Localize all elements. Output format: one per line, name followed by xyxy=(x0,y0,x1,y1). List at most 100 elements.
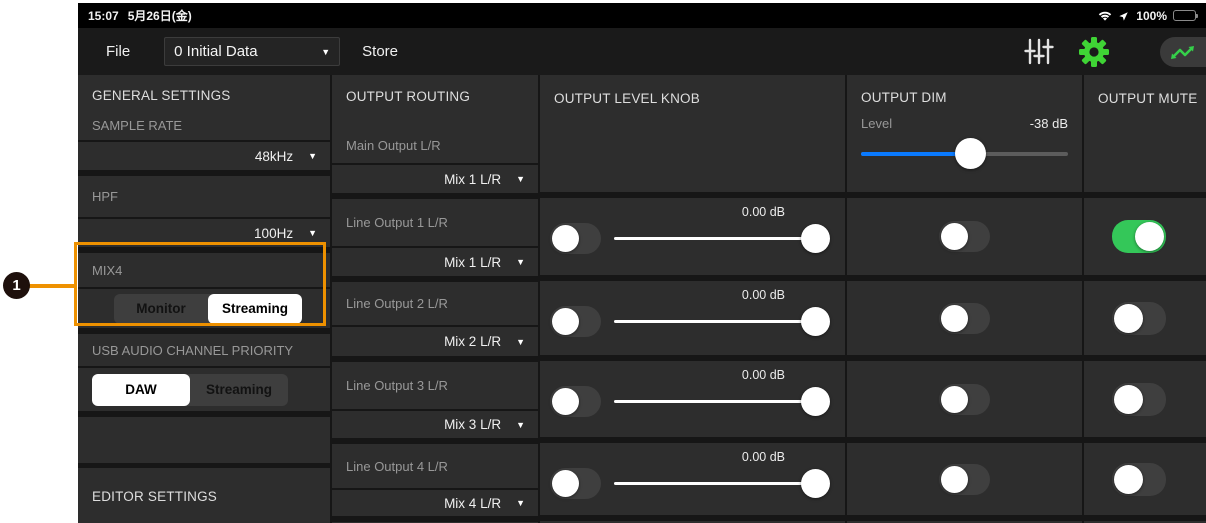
mix4-option-streaming[interactable]: Streaming xyxy=(208,294,302,324)
level-slider-knob[interactable] xyxy=(801,224,830,253)
level-row-line4: 0.00 dB xyxy=(540,443,845,515)
mute-toggle[interactable] xyxy=(1112,383,1166,416)
usb-priority-label: USB AUDIO CHANNEL PRIORITY xyxy=(92,343,293,358)
output-level-knob-header-cell: OUTPUT LEVEL KNOB xyxy=(540,75,845,192)
level-slider[interactable] xyxy=(614,307,830,336)
dim-level-slider[interactable] xyxy=(861,138,1068,169)
editor-settings-header-cell: EDITOR SETTINGS xyxy=(78,468,330,523)
level-link-toggle[interactable] xyxy=(550,306,601,337)
usb-priority-label-cell: USB AUDIO CHANNEL PRIORITY xyxy=(78,334,330,366)
output-dim-header-cell: OUTPUT DIM Level -38 dB xyxy=(847,75,1082,192)
general-settings-title: GENERAL SETTINGS xyxy=(92,88,316,103)
mute-row-line4 xyxy=(1084,443,1206,515)
chevron-down-icon: ▼ xyxy=(308,228,317,238)
dim-row-line4 xyxy=(847,443,1082,515)
routing-dropdown-main[interactable]: Mix 1 L/R ▼ xyxy=(332,165,538,193)
level-value: 0.00 dB xyxy=(742,368,785,382)
sample-rate-dropdown[interactable]: 48kHz ▼ xyxy=(78,142,330,170)
level-slider-knob[interactable] xyxy=(801,469,830,498)
output-dim-title: OUTPUT DIM xyxy=(861,90,947,105)
dim-toggle[interactable] xyxy=(939,384,990,415)
hpf-label: HPF xyxy=(92,189,118,204)
dim-toggle[interactable] xyxy=(939,303,990,334)
routing-label-cell: Line Output 4 L/R xyxy=(332,444,538,488)
output-routing-column: OUTPUT ROUTING Main Output L/R Mix 1 L/R… xyxy=(332,75,538,523)
connect-zigzag-icon xyxy=(1169,43,1195,61)
level-row-line1: 0.00 dB xyxy=(540,198,845,275)
store-button[interactable]: Store xyxy=(362,43,398,60)
level-row-line3: 0.00 dB xyxy=(540,361,845,437)
dim-toggle[interactable] xyxy=(939,221,990,252)
routing-dropdown-line2[interactable]: Mix 2 L/R ▼ xyxy=(332,327,538,356)
settings-gear-icon[interactable] xyxy=(1078,36,1110,68)
usb-priority-segmented-cell: DAW Streaming xyxy=(78,368,330,411)
routing-dropdown-line1[interactable]: Mix 1 L/R ▼ xyxy=(332,248,538,276)
hpf-label-cell: HPF xyxy=(78,176,330,217)
battery-percent: 100% xyxy=(1136,9,1167,23)
status-date: 5月26日(金) xyxy=(128,7,192,24)
chevron-down-icon: ▼ xyxy=(308,151,317,161)
usb-priority-segmented-control: DAW Streaming xyxy=(92,374,288,406)
routing-label-cell: Line Output 3 L/R xyxy=(332,362,538,409)
output-level-knob-column: OUTPUT LEVEL KNOB 0.00 dB 0.00 dB xyxy=(540,75,845,523)
routing-value: Mix 1 L/R xyxy=(444,255,501,270)
dim-toggle[interactable] xyxy=(939,464,990,495)
level-slider[interactable] xyxy=(614,469,830,498)
routing-value: Mix 4 L/R xyxy=(444,496,501,511)
app-window: 15:07 5月26日(金) 100% xyxy=(78,3,1206,523)
chevron-down-icon: ▼ xyxy=(516,498,525,508)
page: 1 15:07 5月26日(金) xyxy=(0,0,1206,523)
routing-row-label: Line Output 1 L/R xyxy=(346,215,448,230)
mute-toggle[interactable] xyxy=(1112,220,1166,253)
level-slider-knob[interactable] xyxy=(801,387,830,416)
level-link-toggle[interactable] xyxy=(550,386,601,417)
level-value: 0.00 dB xyxy=(742,450,785,464)
level-link-toggle[interactable] xyxy=(550,468,601,499)
level-slider-knob[interactable] xyxy=(801,307,830,336)
output-mute-column: OUTPUT MUTE xyxy=(1084,75,1206,523)
mix4-option-monitor[interactable]: Monitor xyxy=(114,294,208,324)
connect-button[interactable] xyxy=(1160,37,1206,67)
routing-dropdown-line3[interactable]: Mix 3 L/R ▼ xyxy=(332,411,538,438)
routing-dropdown-line4[interactable]: Mix 4 L/R ▼ xyxy=(332,490,538,516)
routing-label-cell: Line Output 2 L/R xyxy=(332,282,538,325)
general-settings-header-cell: GENERAL SETTINGS SAMPLE RATE xyxy=(78,75,330,140)
empty-cell xyxy=(78,417,330,463)
routing-value: Mix 2 L/R xyxy=(444,334,501,349)
output-level-knob-title: OUTPUT LEVEL KNOB xyxy=(554,91,700,106)
level-slider[interactable] xyxy=(614,387,830,416)
hpf-dropdown[interactable]: 100Hz ▼ xyxy=(78,219,330,247)
chevron-down-icon: ▼ xyxy=(321,47,330,57)
mix4-label-cell: MIX4 xyxy=(78,253,330,287)
status-time: 15:07 xyxy=(88,9,119,23)
location-icon xyxy=(1119,10,1130,21)
sample-rate-label: SAMPLE RATE xyxy=(92,118,316,133)
dim-row-line1 xyxy=(847,198,1082,275)
routing-value: Mix 3 L/R xyxy=(444,417,501,432)
mute-toggle[interactable] xyxy=(1112,463,1166,496)
usb-option-streaming[interactable]: Streaming xyxy=(190,374,288,406)
mixer-faders-icon[interactable] xyxy=(1024,38,1054,65)
output-mute-title: OUTPUT MUTE xyxy=(1098,91,1197,106)
level-value: 0.00 dB xyxy=(742,205,785,219)
level-slider-track xyxy=(614,320,822,323)
mute-toggle[interactable] xyxy=(1112,302,1166,335)
chevron-down-icon: ▼ xyxy=(516,174,525,184)
preset-dropdown[interactable]: 0 Initial Data ▼ xyxy=(164,37,340,66)
dim-row-line3 xyxy=(847,361,1082,437)
mute-row-line2 xyxy=(1084,281,1206,355)
file-menu-button[interactable]: File xyxy=(106,43,130,60)
level-row-line2: 0.00 dB xyxy=(540,281,845,355)
output-mute-header-cell: OUTPUT MUTE xyxy=(1084,75,1206,192)
general-settings-column: GENERAL SETTINGS SAMPLE RATE 48kHz ▼ HPF… xyxy=(78,75,330,523)
hpf-value: 100Hz xyxy=(254,226,293,241)
mute-row-line1 xyxy=(1084,198,1206,275)
toolbar: File 0 Initial Data ▼ Store xyxy=(78,28,1206,75)
routing-value: Mix 1 L/R xyxy=(444,172,501,187)
dim-slider-knob[interactable] xyxy=(955,138,986,169)
level-slider[interactable] xyxy=(614,224,830,253)
level-link-toggle[interactable] xyxy=(550,223,601,254)
preset-dropdown-value: 0 Initial Data xyxy=(174,43,257,60)
output-routing-title: OUTPUT ROUTING xyxy=(346,89,524,104)
usb-option-daw[interactable]: DAW xyxy=(92,374,190,406)
